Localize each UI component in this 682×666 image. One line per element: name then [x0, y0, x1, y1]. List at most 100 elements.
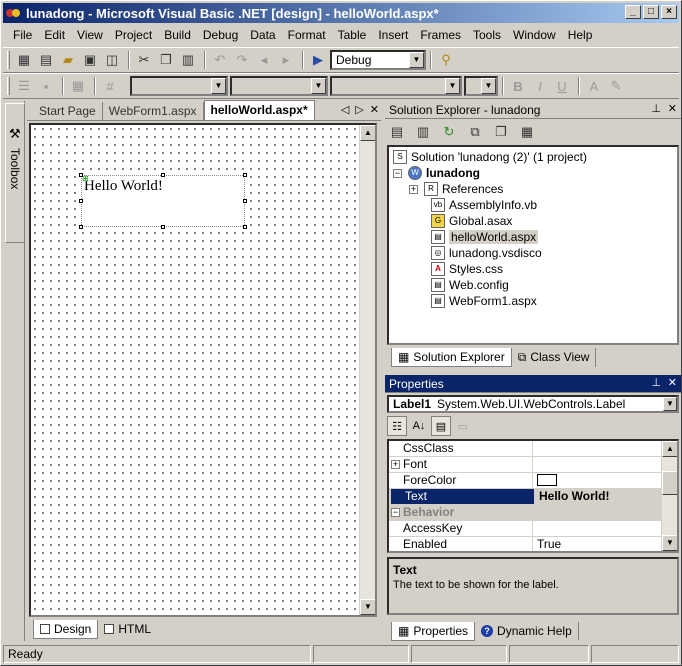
tree-item-styles[interactable]: A Styles.css: [431, 261, 503, 277]
resize-handle[interactable]: [243, 225, 247, 229]
expand-icon[interactable]: +: [409, 184, 418, 194]
add-item-icon[interactable]: ▤: [36, 50, 56, 70]
collapse-icon[interactable]: −: [391, 508, 400, 517]
solution-tree[interactable]: S Solution 'lunadong (2)' (1 project) − Wl…: [387, 145, 679, 345]
new-project-icon[interactable]: ▦: [14, 50, 34, 70]
chevron-down-icon[interactable]: ▼: [311, 78, 326, 94]
tree-solution[interactable]: S Solution 'lunadong (2)' (1 project): [393, 149, 587, 165]
scroll-down-icon[interactable]: ▼: [662, 535, 677, 551]
copy-icon[interactable]: ❐: [156, 50, 176, 70]
tab-properties[interactable]: ▦ Properties: [391, 621, 476, 641]
menu-edit[interactable]: Edit: [38, 28, 71, 42]
property-row-cssclass[interactable]: CssClass: [389, 441, 665, 457]
font-name-select[interactable]: ▼: [230, 76, 328, 96]
close-button[interactable]: ×: [661, 5, 677, 19]
chevron-down-icon[interactable]: ▼: [481, 78, 496, 94]
font-color-icon[interactable]: A: [584, 76, 604, 96]
menu-view[interactable]: View: [71, 28, 109, 42]
resize-handle[interactable]: [243, 199, 247, 203]
tree-item-assemblyinfo[interactable]: vb AssemblyInfo.vb: [431, 197, 537, 213]
properties-header[interactable]: Properties ⊥ ✕: [385, 375, 681, 393]
config-select[interactable]: Debug ▼: [330, 50, 426, 70]
open-folder-icon[interactable]: ▰: [58, 50, 78, 70]
collapse-icon[interactable]: −: [393, 168, 402, 178]
resize-handle[interactable]: [79, 199, 83, 203]
lock-icon[interactable]: ▪: [36, 76, 56, 96]
tree-item-webform1[interactable]: ▤ WebForm1.aspx: [431, 293, 537, 309]
chevron-down-icon[interactable]: ▼: [409, 52, 424, 68]
menu-format[interactable]: Format: [282, 28, 332, 42]
tree-item-global-asax[interactable]: G Global.asax: [431, 213, 512, 229]
tree-item-webconfig[interactable]: ▤ Web.config: [431, 277, 509, 293]
title-bar[interactable]: lunadong - Microsoft Visual Basic .NET […: [3, 3, 679, 23]
property-row-enabled[interactable]: Enabled True: [389, 537, 665, 551]
close-panel-icon[interactable]: ✕: [668, 376, 677, 389]
tab-start-page[interactable]: Start Page: [33, 102, 103, 120]
tree-item-references[interactable]: + R References: [409, 181, 503, 197]
scroll-up-icon[interactable]: ▲: [360, 125, 375, 141]
resize-handle[interactable]: [243, 173, 247, 177]
scroll-thumb[interactable]: [662, 471, 677, 495]
resize-handle[interactable]: [79, 173, 83, 177]
size-select[interactable]: ▼: [464, 76, 498, 96]
close-document-icon[interactable]: ✕: [370, 103, 379, 116]
property-row-forecolor[interactable]: ForeColor: [389, 473, 665, 489]
object-selector[interactable]: Label1 System.Web.UI.WebControls.Label ▼: [387, 395, 679, 413]
start-icon[interactable]: ▶: [308, 50, 328, 70]
label1-control[interactable]: ⊞ Hello World!: [81, 174, 245, 227]
menu-help[interactable]: Help: [562, 28, 599, 42]
toolbar-grip[interactable]: [7, 51, 10, 69]
categorized-icon[interactable]: ☷: [387, 416, 407, 436]
chevron-down-icon[interactable]: ▼: [663, 397, 677, 411]
refresh-icon[interactable]: ↻: [439, 122, 459, 142]
tab-html[interactable]: HTML: [98, 620, 157, 638]
tab-design[interactable]: Design: [33, 619, 99, 639]
tab-class-view[interactable]: ⧉ Class View: [512, 347, 597, 367]
undo-icon[interactable]: ↶: [210, 50, 230, 70]
chevron-down-icon[interactable]: ▼: [445, 78, 460, 94]
font-size-select[interactable]: ▼: [330, 76, 462, 96]
menu-window[interactable]: Window: [507, 28, 562, 42]
resize-handle[interactable]: [79, 225, 83, 229]
menu-table[interactable]: Table: [332, 28, 373, 42]
expand-icon[interactable]: +: [391, 460, 400, 469]
tab-solution-explorer[interactable]: ▦ Solution Explorer: [391, 347, 512, 367]
tab-dynamic-help[interactable]: ? Dynamic Help: [475, 622, 579, 640]
minimize-button[interactable]: _: [625, 5, 641, 19]
tree-item-vsdisco[interactable]: ◎ lunadong.vsdisco: [431, 245, 542, 261]
menu-file[interactable]: File: [7, 28, 38, 42]
chevron-down-icon[interactable]: ▼: [211, 78, 226, 94]
view-code-icon[interactable]: ▤: [387, 122, 407, 142]
save-all-icon[interactable]: ◫: [102, 50, 122, 70]
properties-icon[interactable]: ▦: [517, 122, 537, 142]
menu-project[interactable]: Project: [109, 28, 158, 42]
menu-data[interactable]: Data: [244, 28, 281, 42]
property-category-behavior[interactable]: − Behavior: [389, 505, 665, 521]
pin-icon[interactable]: ⊥: [651, 376, 661, 389]
property-scrollbar[interactable]: ▲ ▼: [661, 441, 677, 551]
copy-project-icon[interactable]: ❐: [491, 122, 511, 142]
tree-item-helloworld[interactable]: ▤ helloWorld.aspx: [431, 229, 539, 245]
tab-scroll-left-icon[interactable]: ◁: [341, 103, 349, 116]
pin-icon[interactable]: ⊥: [651, 102, 661, 115]
maximize-button[interactable]: □: [643, 5, 659, 19]
resize-handle[interactable]: [161, 225, 165, 229]
solution-explorer-header[interactable]: Solution Explorer - lunadong ⊥ ✕: [385, 101, 681, 119]
tab-scroll-right-icon[interactable]: ▷: [355, 103, 363, 116]
toolbox-tab[interactable]: ⚒ Toolbox: [5, 103, 25, 243]
underline-icon[interactable]: U: [552, 76, 572, 96]
tree-project[interactable]: − Wlunadong: [393, 165, 480, 181]
property-row-font[interactable]: + Font: [389, 457, 665, 473]
menu-build[interactable]: Build: [158, 28, 197, 42]
cut-icon[interactable]: ✂: [134, 50, 154, 70]
menu-frames[interactable]: Frames: [414, 28, 467, 42]
vertical-scrollbar[interactable]: ▲ ▼: [359, 125, 375, 615]
align-left-icon[interactable]: ☰: [14, 76, 34, 96]
property-row-text[interactable]: Text Hello World!: [389, 489, 665, 505]
highlight-icon[interactable]: ✎: [606, 76, 626, 96]
close-panel-icon[interactable]: ✕: [668, 102, 677, 115]
italic-icon[interactable]: I: [530, 76, 550, 96]
events-icon[interactable]: ▭: [453, 416, 473, 436]
grid-icon[interactable]: ▦: [68, 76, 88, 96]
toolbar-grip[interactable]: [7, 77, 10, 95]
